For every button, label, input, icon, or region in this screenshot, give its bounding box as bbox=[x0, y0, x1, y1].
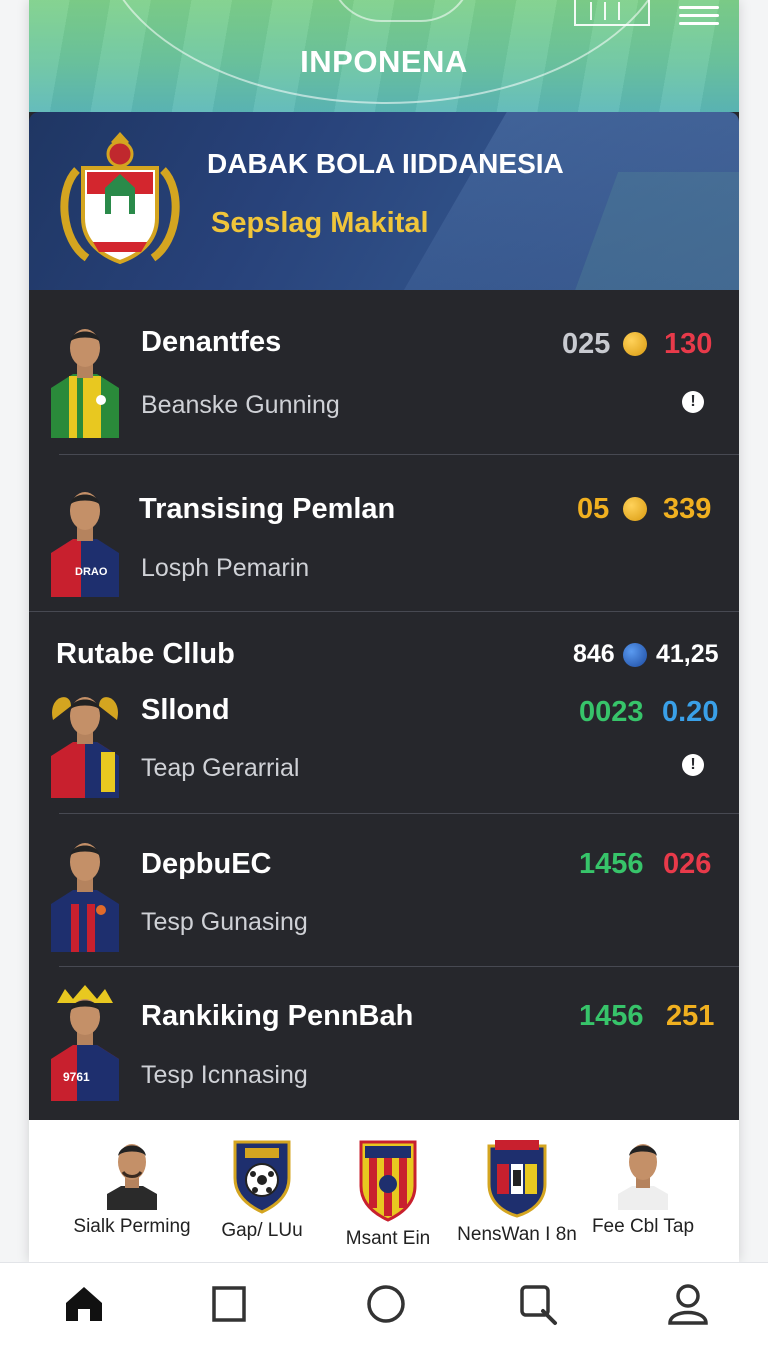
home-icon[interactable] bbox=[61, 1281, 107, 1327]
goal-icon bbox=[574, 0, 650, 26]
banner-title: DABAK BOLA IIDDANESIA bbox=[207, 148, 564, 179]
player-position: Losph Pemarin bbox=[141, 554, 310, 582]
svg-text:9761: 9761 bbox=[63, 1070, 90, 1084]
player-stat-primary: 05 bbox=[577, 493, 610, 525]
section-title: Rutabe Cllub bbox=[56, 638, 235, 670]
club-row[interactable]: Sllond Teap Gerarrial 0023 0.20 ! bbox=[29, 682, 739, 814]
club-description: Tesp Gunasing bbox=[141, 908, 308, 936]
player-avatar-icon: 9761 bbox=[51, 985, 119, 1101]
club-description: Teap Gerarrial bbox=[141, 754, 300, 782]
club-label: Fee Cbl Tap bbox=[591, 1216, 695, 1237]
hamburger-menu-icon[interactable] bbox=[679, 6, 719, 30]
coin-icon bbox=[623, 497, 647, 521]
player-avatar-icon: DRAO bbox=[51, 492, 119, 597]
club-name: DepbuEC bbox=[141, 848, 272, 880]
bottom-nav bbox=[0, 1262, 768, 1345]
club-label: NensWan I 8n bbox=[457, 1224, 577, 1245]
info-icon[interactable]: ! bbox=[682, 754, 704, 776]
search-icon[interactable] bbox=[515, 1281, 561, 1327]
player-name: Transising Pemlan bbox=[139, 493, 396, 525]
player-stat-secondary: 339 bbox=[663, 493, 712, 525]
player-row[interactable]: DRAO Transising Pemlan Losph Pemarin 05 … bbox=[29, 455, 739, 612]
profile-icon[interactable] bbox=[665, 1281, 711, 1327]
club-stat-secondary: 026 bbox=[663, 848, 712, 880]
club-label: Msant Ein bbox=[345, 1228, 431, 1249]
club-crest-striped-icon bbox=[359, 1140, 417, 1222]
app-container: INPONENA DABAK BOLA IIDDANESIA Sepslag M… bbox=[29, 0, 739, 1262]
club-item[interactable]: Msant Ein bbox=[318, 1138, 458, 1250]
circle-icon[interactable] bbox=[363, 1281, 409, 1327]
coin-icon bbox=[623, 332, 647, 356]
app-title: INPONENA bbox=[300, 44, 468, 79]
club-strip: Sialk Perming Gap/ LUu Msant Ein NensWan… bbox=[29, 1120, 739, 1262]
globe-icon bbox=[623, 643, 647, 667]
player-position: Beanske Gunning bbox=[141, 391, 340, 419]
player-row[interactable]: Denantfes Beanske Gunning 025 130 ! bbox=[29, 290, 739, 455]
player-name: Denantfes bbox=[141, 326, 282, 358]
section-stat-primary: 846 bbox=[573, 640, 615, 668]
club-crest-tricolor-icon bbox=[487, 1140, 547, 1218]
club-item[interactable]: Gap/ LUu bbox=[192, 1138, 332, 1242]
player-avatar-icon bbox=[618, 1144, 668, 1210]
banner-subtitle: Sepslag Makital bbox=[211, 207, 429, 239]
player-stat-secondary: 130 bbox=[664, 328, 713, 360]
player-avatar-icon bbox=[51, 329, 119, 438]
pitch-header: INPONENA bbox=[29, 0, 739, 112]
row-divider bbox=[29, 611, 739, 612]
club-shield-ball-icon bbox=[233, 1140, 291, 1214]
svg-text:DRAO: DRAO bbox=[75, 566, 108, 578]
club-item[interactable]: Fee Cbl Tap bbox=[573, 1138, 713, 1238]
club-item[interactable]: NensWan I 8n bbox=[447, 1138, 587, 1246]
club-name: Sllond bbox=[141, 694, 230, 726]
club-stat-primary: 0023 bbox=[579, 696, 644, 728]
club-description: Tesp Icnnasing bbox=[141, 1061, 308, 1089]
club-stat-primary: 1456 bbox=[579, 848, 644, 880]
club-name: Rankiking PennBah bbox=[141, 1000, 414, 1032]
club-item[interactable]: Sialk Perming bbox=[62, 1138, 202, 1238]
club-stat-primary: 1456 bbox=[579, 1000, 644, 1032]
square-icon[interactable] bbox=[206, 1281, 252, 1327]
club-label: Sialk Perming bbox=[73, 1216, 191, 1237]
club-row[interactable]: 9761 Rankiking PennBah Tesp Icnnasing 14… bbox=[29, 967, 739, 1120]
club-stat-secondary: 0.20 bbox=[662, 696, 719, 728]
federation-crest-icon bbox=[60, 132, 180, 265]
player-stat-primary: 025 bbox=[562, 328, 611, 360]
player-avatar-icon bbox=[51, 697, 119, 798]
info-icon[interactable]: ! bbox=[682, 391, 704, 413]
section-stat-secondary: 41,25 bbox=[656, 640, 719, 668]
club-stat-secondary: 251 bbox=[666, 1000, 715, 1032]
player-avatar-icon bbox=[107, 1144, 157, 1210]
federation-banner[interactable]: DABAK BOLA IIDDANESIA Sepslag Makital bbox=[29, 112, 739, 290]
club-label: Gap/ LUu bbox=[221, 1220, 303, 1241]
player-avatar-icon bbox=[51, 843, 119, 952]
club-row[interactable]: DepbuEC Tesp Gunasing 1456 026 bbox=[29, 814, 739, 967]
